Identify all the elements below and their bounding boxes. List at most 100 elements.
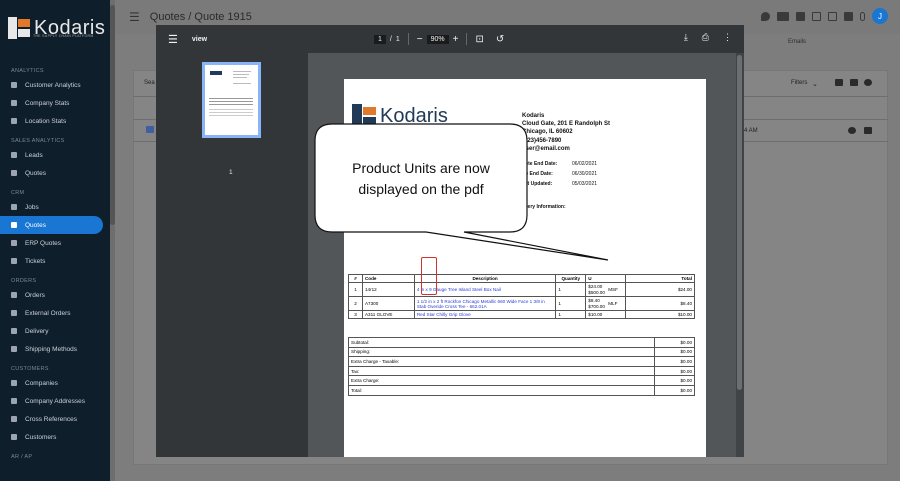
table-row: 1 14r12 4 in x 9 Gauge Tree Island Steel… [348, 281, 695, 298]
item-quantity: 1 [555, 310, 587, 320]
totals-label: Shipping: [348, 346, 655, 358]
sidebar-item-jobs[interactable]: Jobs [0, 198, 110, 216]
zoom-in-button[interactable]: + [453, 34, 459, 45]
truck-icon [11, 292, 17, 298]
date-value: 06/30/2021 [572, 171, 598, 177]
divider [466, 33, 468, 45]
item-description: 1 1/2 in x 2 ft Rockfon Chicago Metallic… [413, 296, 557, 312]
download-icon[interactable] [835, 79, 843, 86]
item-total: $8.40 [625, 296, 695, 312]
column-header: U [585, 274, 627, 283]
zoom-input[interactable]: 90% [426, 34, 449, 44]
download-icon[interactable]: ⤓ [684, 32, 688, 43]
section-crm: CRM [11, 190, 25, 196]
truck-icon[interactable] [777, 11, 789, 21]
sidebar-item-companies[interactable]: Companies [0, 374, 110, 392]
columns-icon[interactable] [850, 79, 858, 86]
rotate-icon[interactable]: ↺ [496, 34, 504, 45]
sidebar: Kodaris THE SUPPLY CHAIN PLATFORM ANALYT… [0, 0, 110, 481]
sidebar-item-erp-quotes[interactable]: ERP Quotes [0, 234, 110, 252]
sidebar-item-customer-analytics[interactable]: Customer Analytics [0, 76, 110, 94]
quotes-icon [11, 222, 17, 228]
viewer-scrollbar[interactable] [736, 53, 744, 457]
sidebar-item-company-addresses[interactable]: Company Addresses [0, 392, 110, 410]
location-icon[interactable] [761, 11, 770, 21]
fit-page-icon[interactable]: ⊡ [475, 34, 483, 45]
sidebar-item-shipping-methods[interactable]: Shipping Methods [0, 340, 110, 358]
totals-row: Total: $0.00 [348, 384, 695, 396]
analytics-icon [11, 82, 17, 88]
phone: (123)456-7890 [522, 137, 562, 144]
zoom-out-button[interactable]: − [417, 34, 423, 45]
sidebar-item-delivery[interactable]: Delivery [0, 322, 110, 340]
price-per: $700.00 [588, 303, 605, 309]
menu-icon[interactable]: ☰ [168, 33, 178, 46]
sidebar-item-sales-quotes[interactable]: Quotes [0, 164, 110, 182]
sidebar-logo[interactable]: Kodaris THE SUPPLY CHAIN PLATFORM [0, 0, 110, 56]
totals-value: $0.00 [654, 346, 695, 358]
eye-icon[interactable] [848, 127, 856, 134]
item-code: A311 GLOVE [361, 310, 415, 320]
thumbnail-panel: 1 [156, 53, 308, 457]
sidebar-item-label: Tickets [25, 257, 46, 265]
stats-icon [11, 118, 17, 124]
sidebar-item-quotes[interactable]: Quotes [0, 216, 103, 234]
column-header: Quantity [555, 274, 587, 283]
divider [407, 33, 409, 45]
viewer-actions: ⤓ ⎙ ⋮ [684, 32, 732, 43]
column-header: Code [361, 274, 415, 283]
sidebar-item-label: Orders [25, 291, 45, 299]
sidebar-item-location-stats[interactable]: Location Stats [0, 112, 110, 130]
page-separator: / [389, 35, 392, 43]
tab-emails[interactable]: Emails [788, 39, 806, 45]
sidebar-item-cross-references[interactable]: Cross References [0, 410, 110, 428]
sidebar-item-label: Quotes [25, 169, 46, 177]
sidebar-item-leads[interactable]: Leads [0, 146, 110, 164]
chevron-down-icon[interactable]: ⌄ [812, 80, 818, 88]
card-icon[interactable] [796, 11, 805, 21]
page-controls: 1 / 1 − 90% + ⊡ ↺ [374, 33, 504, 45]
mail-icon[interactable] [812, 11, 821, 21]
sidebar-item-label: Jobs [25, 203, 39, 211]
copy-icon[interactable] [828, 11, 837, 21]
refresh-icon[interactable] [864, 79, 872, 86]
page-total: 1 [395, 35, 400, 43]
stats-icon [11, 100, 17, 106]
document-icon[interactable] [146, 126, 154, 133]
search-label: Sea [144, 80, 155, 86]
totals-row: Subtotal: $0.00 [348, 337, 695, 348]
viewer-title: view [191, 35, 208, 43]
sidebar-item-company-stats[interactable]: Company Stats [0, 94, 110, 112]
column-header: Total [625, 274, 695, 283]
sidebar-item-orders[interactable]: Orders [0, 286, 110, 304]
date-value: 06/02/2021 [572, 161, 598, 167]
avatar[interactable]: J [872, 8, 888, 24]
attachment-icon[interactable] [860, 11, 865, 21]
hamburger-menu-icon[interactable]: ☰ [129, 10, 140, 24]
page-thumbnail[interactable] [202, 62, 261, 138]
scrollbar-thumb[interactable] [737, 55, 742, 390]
pdf-icon[interactable] [844, 11, 853, 21]
column-header: # [348, 274, 363, 283]
sidebar-item-customers[interactable]: Customers [0, 428, 110, 446]
breadcrumb: Quotes / Quote 1915 [149, 11, 252, 23]
address-line1: Cloud Gate, 201 E Randolph St [522, 121, 611, 128]
sidebar-item-label: Company Stats [25, 99, 70, 107]
sidebar-item-tickets[interactable]: Tickets [0, 252, 110, 270]
line-items-table: # Code Description Quantity U Total 1 14… [348, 274, 695, 320]
more-vert-icon[interactable]: ⋮ [723, 32, 732, 43]
totals-value: $0.00 [654, 384, 695, 396]
download-icon[interactable] [864, 127, 872, 134]
quotes-icon [11, 170, 17, 176]
kodaris-logo-icon [8, 17, 30, 39]
sidebar-item-external-orders[interactable]: External Orders [0, 304, 110, 322]
filters-button[interactable]: Filters [791, 80, 807, 86]
item-price: $10.00 [585, 310, 627, 320]
email: user@email.com [522, 145, 570, 152]
building-icon [11, 380, 17, 386]
item-quantity: 1 [555, 296, 587, 312]
page-number-input[interactable]: 1 [374, 34, 386, 44]
ticket-icon [11, 258, 17, 264]
quote-dates: uote End Date: 06/02/2021 ob End Date: 06/… [522, 159, 597, 189]
print-icon[interactable]: ⎙ [702, 32, 709, 43]
